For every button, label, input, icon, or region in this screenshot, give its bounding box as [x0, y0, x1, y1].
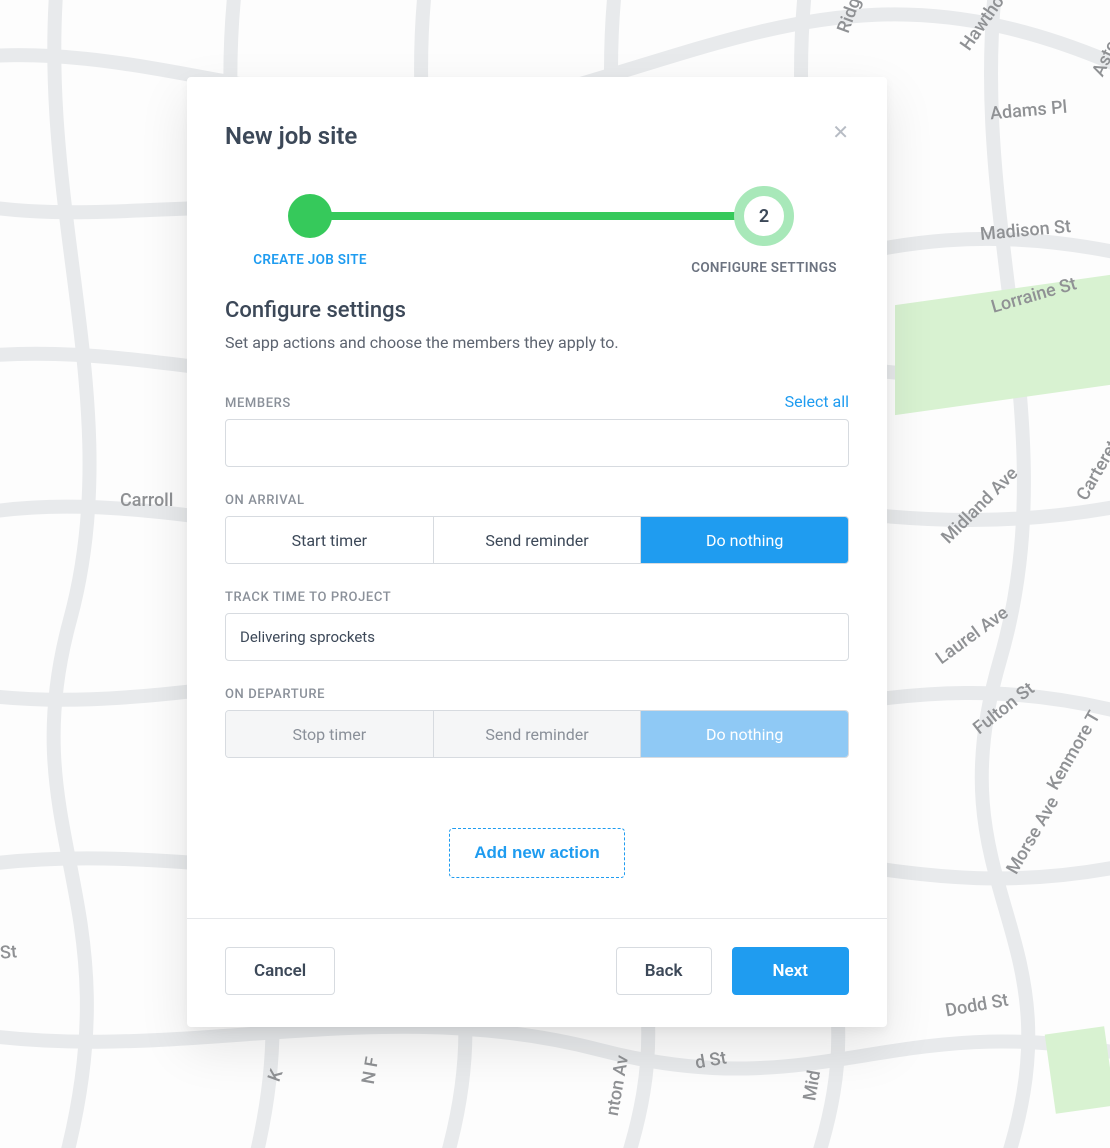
track-project-label: TRACK TIME TO PROJECT: [225, 590, 849, 605]
new-job-site-dialog: New job site ✕ CREATE JOB SITE 2 CONFIGU…: [187, 77, 887, 1027]
on-departure-option-send-reminder: Send reminder: [433, 711, 641, 757]
progress-stepper: CREATE JOB SITE 2 CONFIGURE SETTINGS: [225, 186, 849, 256]
cancel-button[interactable]: Cancel: [225, 947, 335, 995]
step-2-label: CONFIGURE SETTINGS: [679, 260, 849, 276]
members-input[interactable]: [225, 419, 849, 467]
section-heading: Configure settings: [225, 298, 849, 323]
on-arrival-option-do-nothing[interactable]: Do nothing: [640, 517, 848, 563]
step-1-label: CREATE JOB SITE: [225, 252, 395, 268]
on-arrival-option-send-reminder[interactable]: Send reminder: [433, 517, 641, 563]
section-subheading: Set app actions and choose the members t…: [225, 333, 849, 352]
on-arrival-option-start-timer[interactable]: Start timer: [226, 517, 433, 563]
dialog-title: New job site: [225, 122, 357, 150]
step-2-dot: 2: [734, 186, 794, 246]
members-label: MEMBERS: [225, 396, 291, 411]
on-departure-label: ON DEPARTURE: [225, 687, 849, 702]
select-all-link[interactable]: Select all: [785, 392, 849, 411]
on-departure-option-stop-timer: Stop timer: [226, 711, 433, 757]
on-arrival-label: ON ARRIVAL: [225, 493, 849, 508]
on-departure-segment: Stop timerSend reminderDo nothing: [225, 710, 849, 758]
street-label: Carroll: [120, 490, 173, 511]
step-1-dot: [288, 194, 332, 238]
next-button[interactable]: Next: [732, 947, 850, 995]
close-icon[interactable]: ✕: [832, 122, 849, 142]
add-new-action-button[interactable]: Add new action: [449, 828, 625, 878]
on-departure-option-do-nothing: Do nothing: [640, 711, 848, 757]
back-button[interactable]: Back: [616, 947, 712, 995]
track-project-select[interactable]: Delivering sprockets: [225, 613, 849, 661]
on-arrival-segment: Start timerSend reminderDo nothing: [225, 516, 849, 564]
street-label: St: [0, 941, 18, 963]
